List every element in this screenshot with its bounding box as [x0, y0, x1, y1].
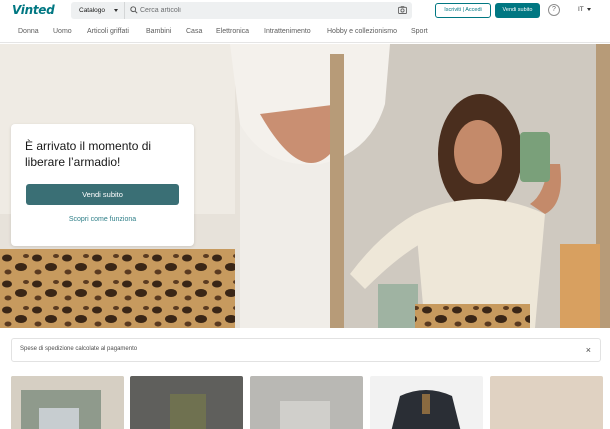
sell-now-button[interactable]: Vendi subito: [495, 3, 540, 18]
catalog-label: Catalogo: [79, 7, 106, 14]
category-articoli-griffati[interactable]: Articoli griffati: [87, 28, 129, 35]
chevron-down-icon: [114, 9, 118, 12]
camera-icon[interactable]: [398, 6, 407, 14]
product-card[interactable]: [370, 376, 483, 429]
product-image: [490, 376, 603, 429]
category-casa[interactable]: Casa: [186, 28, 202, 35]
product-image: [11, 376, 124, 429]
product-card[interactable]: [250, 376, 363, 429]
category-sport[interactable]: Sport: [411, 28, 428, 35]
product-card[interactable]: [490, 376, 603, 429]
category-hobby-collezionismo[interactable]: Hobby e collezionismo: [327, 28, 397, 35]
hero-card: È arrivato il momento di liberare l’arma…: [11, 124, 194, 246]
hero-title: È arrivato il momento di liberare l’arma…: [25, 139, 152, 169]
hero-banner: È arrivato il momento di liberare l’arma…: [0, 44, 610, 328]
category-nav: Donna Uomo Articoli griffati Bambini Cas…: [0, 24, 610, 43]
search-icon: [130, 6, 138, 14]
category-donna[interactable]: Donna: [18, 28, 39, 35]
top-header: Vinted Catalogo Iscriviti | Accedi Vendi…: [0, 0, 610, 22]
help-icon[interactable]: ?: [548, 4, 560, 16]
chevron-down-icon: [587, 8, 591, 11]
catalog-dropdown[interactable]: Catalogo: [71, 2, 125, 19]
how-it-works-link[interactable]: Scopri come funziona: [26, 216, 179, 223]
search-input[interactable]: [140, 2, 380, 19]
category-uomo[interactable]: Uomo: [53, 28, 72, 35]
category-bambini[interactable]: Bambini: [146, 28, 171, 35]
signup-login-button[interactable]: Iscriviti | Accedi: [435, 3, 491, 18]
product-card[interactable]: [130, 376, 243, 429]
shipping-notice: Spese di spedizione calcolate al pagamen…: [11, 338, 601, 362]
product-image: [370, 376, 483, 429]
category-elettronica[interactable]: Elettronica: [216, 28, 249, 35]
language-label: IT: [578, 6, 584, 13]
language-selector[interactable]: IT: [578, 6, 591, 13]
close-icon[interactable]: ×: [586, 345, 591, 355]
product-card[interactable]: [11, 376, 124, 429]
product-image: [250, 376, 363, 429]
product-image: [130, 376, 243, 429]
category-intrattenimento[interactable]: Intrattenimento: [264, 28, 311, 35]
shipping-notice-text: Spese di spedizione calcolate al pagamen…: [20, 346, 138, 352]
hero-sell-button[interactable]: Vendi subito: [26, 184, 179, 205]
vinted-logo[interactable]: Vinted: [12, 3, 55, 17]
search-bar: Catalogo: [71, 2, 412, 19]
